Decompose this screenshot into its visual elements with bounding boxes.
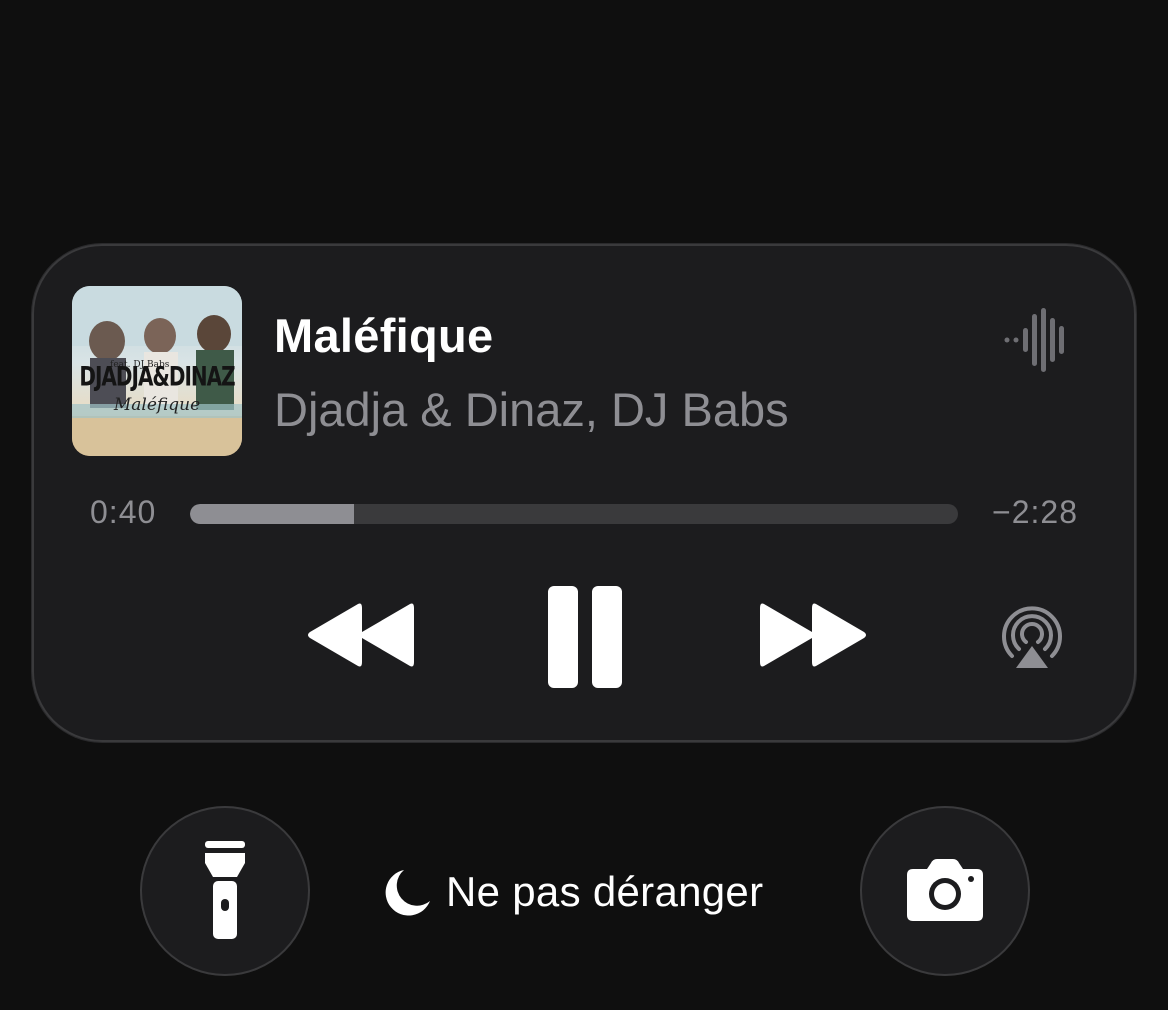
lock-screen: feat. DJ Babs DJADJA&DINAZ Maléfique Mal… xyxy=(0,0,1168,1010)
forward-button[interactable] xyxy=(758,600,870,670)
moon-icon xyxy=(385,870,430,916)
flashlight-button[interactable] xyxy=(140,806,310,976)
camera-icon xyxy=(907,859,983,921)
forward-icon xyxy=(760,603,866,667)
do-not-disturb-label: Ne pas déranger xyxy=(446,868,764,915)
pause-icon xyxy=(548,586,622,688)
airplay-button[interactable] xyxy=(998,604,1066,672)
track-title: Maléfique xyxy=(274,309,494,362)
waveform-icon[interactable] xyxy=(1004,308,1068,372)
progress-fill xyxy=(190,504,355,524)
album-artwork[interactable]: feat. DJ Babs DJADJA&DINAZ Maléfique xyxy=(72,286,242,456)
rewind-icon xyxy=(308,603,414,667)
now-playing-card: feat. DJ Babs DJADJA&DINAZ Maléfique Mal… xyxy=(32,244,1136,742)
pause-button[interactable] xyxy=(546,586,624,688)
elapsed-time: 0:40 xyxy=(90,494,157,530)
flashlight-icon xyxy=(205,841,245,939)
track-artist: Djadja & Dinaz, DJ Babs xyxy=(274,383,789,436)
camera-button[interactable] xyxy=(860,806,1030,976)
remaining-time: −2:28 xyxy=(992,494,1078,530)
artwork-title-text: DJADJA&DINAZ xyxy=(79,359,235,393)
rewind-button[interactable] xyxy=(304,600,416,670)
playback-progress-slider[interactable] xyxy=(190,504,958,524)
artwork-subtitle-text: Maléfique xyxy=(113,395,201,415)
do-not-disturb-indicator: Ne pas déranger xyxy=(384,862,763,922)
